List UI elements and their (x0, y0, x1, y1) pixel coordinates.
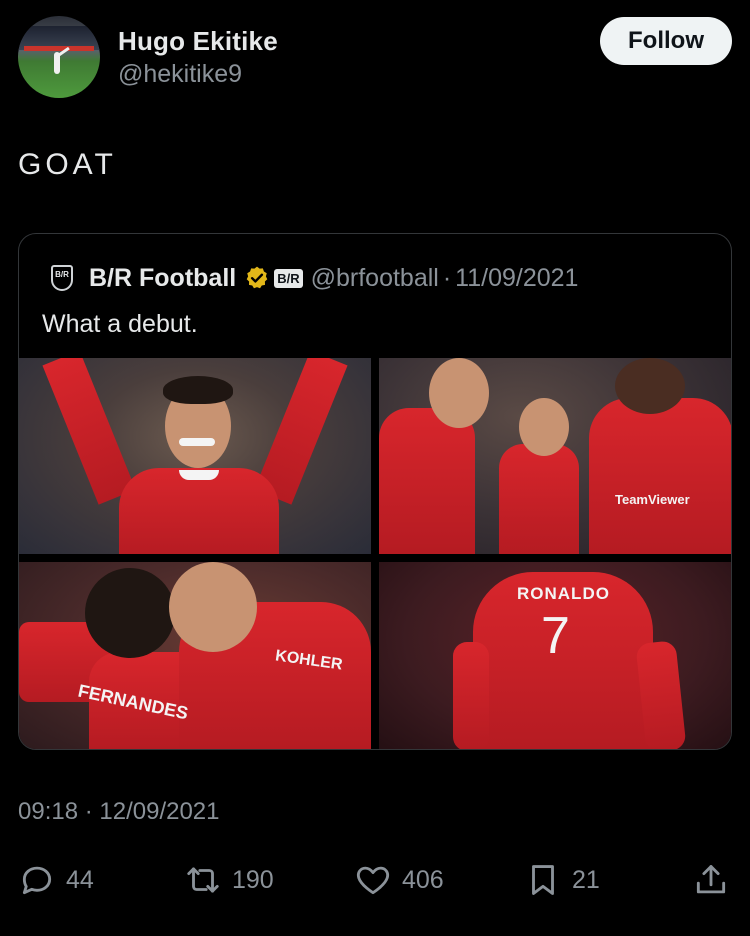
quoted-text: What a debut. (42, 310, 198, 338)
avatar-banner (24, 46, 94, 51)
left-arm (42, 358, 136, 505)
ronaldo-face (169, 562, 257, 652)
author-handle[interactable]: @hekitike9 (118, 60, 242, 89)
bookmark-button[interactable]: 21 (524, 858, 600, 902)
retweet-icon (187, 867, 219, 893)
retweet-button[interactable]: 190 (184, 858, 274, 902)
celebration-photo[interactable] (19, 358, 371, 554)
quoted-header: B/R B/R Football B/R @brfootball · 11/09… (51, 262, 578, 294)
photo-grid: TeamViewer KOHLER FERNANDES RONALDO 7 (19, 358, 731, 749)
tweet-header: Hugo Ekitike @hekitike9 Follow (18, 16, 732, 100)
reply-count: 44 (66, 865, 94, 894)
collar (179, 470, 219, 480)
quoted-author-name[interactable]: B/R Football (89, 264, 236, 293)
left-arm (453, 642, 489, 749)
hug-photo[interactable]: KOHLER FERNANDES (19, 562, 371, 749)
player-mid-jersey (499, 444, 579, 554)
player-left-jersey (379, 408, 475, 554)
affiliate-badge: B/R (274, 268, 303, 288)
teammates-photo[interactable]: TeamViewer (379, 358, 731, 554)
author-avatar[interactable] (18, 16, 100, 98)
quoted-tweet[interactable]: B/R B/R Football B/R @brfootball · 11/09… (18, 233, 732, 750)
player-right-jersey (589, 398, 731, 554)
player-mid-face (519, 398, 569, 456)
br-logo-icon: B/R (51, 265, 73, 291)
like-button[interactable]: 406 (354, 858, 444, 902)
tweet-timestamp[interactable]: 09:18 · 12/09/2021 (18, 798, 220, 826)
shirt-number-text: 7 (541, 607, 570, 665)
verified-badge-icon (246, 266, 268, 289)
share-icon (696, 865, 726, 894)
shirt-name-text: RONALDO (517, 584, 610, 603)
quoted-author-handle[interactable]: @brfootball (311, 264, 439, 293)
bookmark-icon (532, 865, 554, 895)
smile (179, 438, 215, 446)
share-button[interactable] (692, 858, 730, 902)
follow-button[interactable]: Follow (600, 17, 732, 65)
quoted-date: 11/09/2021 (455, 263, 579, 292)
reply-icon (22, 866, 52, 895)
like-count: 406 (402, 865, 444, 894)
tweet-text: GOAT (18, 148, 117, 181)
shirt-back-photo[interactable]: RONALDO 7 (379, 562, 731, 749)
heart-icon (356, 866, 390, 895)
player-right-face (615, 358, 685, 414)
bookmark-count: 21 (572, 865, 600, 894)
quoted-separator: · (442, 263, 452, 292)
jersey (119, 468, 279, 554)
sponsor-text: TeamViewer (615, 492, 690, 507)
reply-button[interactable]: 44 (18, 858, 94, 902)
player-left-face (429, 358, 489, 428)
action-bar: 44 190 406 21 (18, 858, 732, 902)
hair (163, 376, 233, 404)
retweet-count: 190 (232, 865, 274, 894)
avatar-figure (54, 52, 60, 74)
back-head (85, 568, 175, 658)
author-name[interactable]: Hugo Ekitike (118, 26, 278, 57)
